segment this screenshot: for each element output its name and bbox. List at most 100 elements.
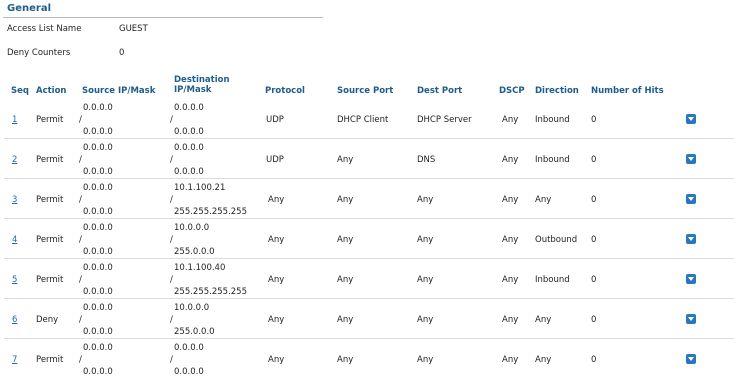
seq-link[interactable]: 1 <box>12 115 17 125</box>
header-source-port[interactable]: Source Port <box>337 86 393 96</box>
section-divider <box>3 17 323 18</box>
header-destination-ip-line1: Destination <box>174 75 230 85</box>
chevron-down-icon <box>688 317 694 321</box>
dscp-cell: Any <box>502 195 519 205</box>
destination-ip: 10.0.0.0 <box>174 223 210 233</box>
header-dest-port[interactable]: Dest Port <box>417 86 462 96</box>
direction-cell: Inbound <box>535 275 570 285</box>
source-mask: 0.0.0.0 <box>83 287 113 297</box>
row-menu-button[interactable] <box>686 354 696 364</box>
action-cell: Permit <box>36 355 64 365</box>
deny-counters-label: Deny Counters <box>7 48 71 58</box>
row-menu-button[interactable] <box>686 314 696 324</box>
source-port-cell: DHCP Client <box>337 115 389 125</box>
dest-port-cell: Any <box>417 235 434 245</box>
protocol-cell: UDP <box>266 115 284 125</box>
header-destination-ip-line2: IP/Mask <box>174 85 212 95</box>
protocol-cell: Any <box>268 275 285 285</box>
source-ip-separator: / <box>79 195 82 205</box>
chevron-down-icon <box>688 277 694 281</box>
deny-counters-value: 0 <box>119 48 125 58</box>
seq-link[interactable]: 3 <box>12 195 17 205</box>
seq-link[interactable]: 5 <box>12 275 17 285</box>
destination-mask: 255.0.0.0 <box>174 327 215 337</box>
header-number-of-hits[interactable]: Number of Hits <box>591 86 664 96</box>
table-row: 4 Permit 0.0.0.0 / 0.0.0.0 10.0.0.0 / 25… <box>0 219 738 259</box>
source-mask: 0.0.0.0 <box>83 247 113 257</box>
source-port-cell: Any <box>337 315 354 325</box>
hits-cell: 0 <box>591 155 597 165</box>
hits-cell: 0 <box>591 115 597 125</box>
source-ip-separator: / <box>79 155 82 165</box>
source-ip-separator: / <box>79 115 82 125</box>
source-ip: 0.0.0.0 <box>83 183 113 193</box>
source-mask: 0.0.0.0 <box>83 127 113 137</box>
hits-cell: 0 <box>591 195 597 205</box>
destination-ip: 10.1.100.40 <box>174 263 226 273</box>
seq-link[interactable]: 6 <box>12 315 17 325</box>
dscp-cell: Any <box>502 235 519 245</box>
destination-ip: 10.1.100.21 <box>174 183 226 193</box>
source-ip-separator: / <box>79 315 82 325</box>
chevron-down-icon <box>688 157 694 161</box>
table-row: 7 Permit 0.0.0.0 / 0.0.0.0 0.0.0.0 / 0.0… <box>0 339 738 379</box>
hits-cell: 0 <box>591 235 597 245</box>
source-ip-separator: / <box>79 235 82 245</box>
destination-ip-separator: / <box>170 235 173 245</box>
destination-mask: 0.0.0.0 <box>174 127 204 137</box>
header-source-ip[interactable]: Source IP/Mask <box>82 86 155 96</box>
table-row: 6 Deny 0.0.0.0 / 0.0.0.0 10.0.0.0 / 255.… <box>0 299 738 339</box>
direction-cell: Inbound <box>535 155 570 165</box>
action-cell: Deny <box>36 315 59 325</box>
destination-ip-separator: / <box>170 115 173 125</box>
source-port-cell: Any <box>337 155 354 165</box>
source-ip: 0.0.0.0 <box>83 143 113 153</box>
header-destination-ip[interactable]: Destination IP/Mask <box>174 75 230 95</box>
row-menu-button[interactable] <box>686 114 696 124</box>
destination-ip: 10.0.0.0 <box>174 303 210 313</box>
row-menu-button[interactable] <box>686 274 696 284</box>
direction-cell: Any <box>535 195 552 205</box>
header-direction[interactable]: Direction <box>535 86 579 96</box>
direction-cell: Outbound <box>535 235 578 245</box>
destination-ip-separator: / <box>170 195 173 205</box>
destination-mask: 0.0.0.0 <box>174 167 204 177</box>
seq-link[interactable]: 4 <box>12 235 17 245</box>
destination-mask: 255.255.255.255 <box>174 207 248 217</box>
direction-cell: Inbound <box>535 115 570 125</box>
source-ip: 0.0.0.0 <box>83 343 113 353</box>
row-menu-button[interactable] <box>686 194 696 204</box>
hits-cell: 0 <box>591 275 597 285</box>
header-protocol[interactable]: Protocol <box>265 86 305 96</box>
source-ip: 0.0.0.0 <box>83 223 113 233</box>
direction-cell: Any <box>535 355 552 365</box>
seq-link[interactable]: 2 <box>12 155 17 165</box>
destination-ip: 0.0.0.0 <box>174 343 204 353</box>
dscp-cell: Any <box>502 275 519 285</box>
header-dscp[interactable]: DSCP <box>499 86 525 96</box>
destination-ip-separator: / <box>170 355 173 365</box>
chevron-down-icon <box>688 197 694 201</box>
dscp-cell: Any <box>502 155 519 165</box>
destination-mask: 255.255.255.255 <box>174 287 248 297</box>
dest-port-cell: DNS <box>417 155 436 165</box>
hits-cell: 0 <box>591 355 597 365</box>
table-row: 3 Permit 0.0.0.0 / 0.0.0.0 10.1.100.21 /… <box>0 179 738 219</box>
action-cell: Permit <box>36 155 64 165</box>
seq-link[interactable]: 7 <box>12 355 17 365</box>
dscp-cell: Any <box>502 315 519 325</box>
row-menu-button[interactable] <box>686 234 696 244</box>
header-action[interactable]: Action <box>36 86 67 96</box>
row-menu-button[interactable] <box>686 154 696 164</box>
source-mask: 0.0.0.0 <box>83 327 113 337</box>
source-ip: 0.0.0.0 <box>83 303 113 313</box>
chevron-down-icon <box>688 237 694 241</box>
header-seq[interactable]: Seq <box>11 86 29 96</box>
destination-mask: 255.0.0.0 <box>174 247 215 257</box>
action-cell: Permit <box>36 195 64 205</box>
access-list-name-label: Access List Name <box>7 24 82 34</box>
access-list-name-value: GUEST <box>119 24 148 34</box>
action-cell: Permit <box>36 235 64 245</box>
source-mask: 0.0.0.0 <box>83 167 113 177</box>
destination-ip-separator: / <box>170 155 173 165</box>
